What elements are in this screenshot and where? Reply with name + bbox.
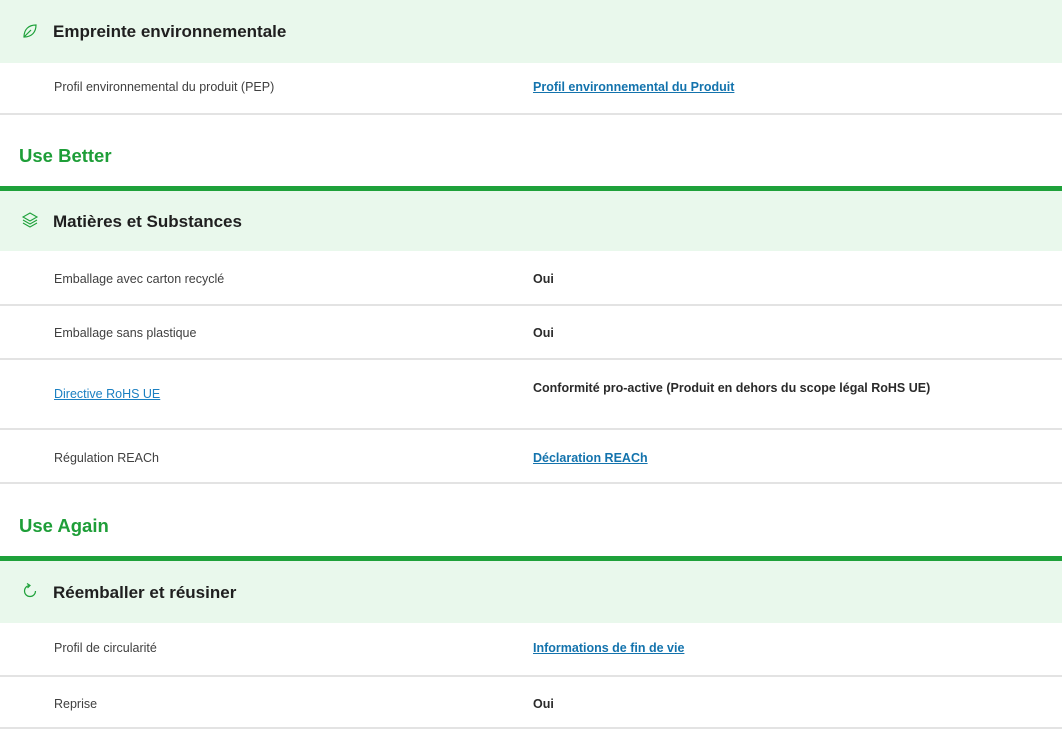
row-label-carton-recycle: Emballage avec carton recyclé bbox=[54, 272, 225, 286]
row-value-sans-plastique: Oui bbox=[533, 326, 554, 340]
reach-declaration-link[interactable]: Déclaration REACh bbox=[533, 451, 973, 465]
table-row: Emballage avec carton recyclé Oui bbox=[0, 251, 1062, 306]
row-label-sans-plastique: Emballage sans plastique bbox=[54, 326, 197, 340]
table-row: Directive RoHS UE Conformité pro-active … bbox=[0, 360, 1062, 430]
rohs-directive-link[interactable]: Directive RoHS UE bbox=[54, 387, 160, 401]
table-row: Emballage sans plastique Oui bbox=[0, 306, 1062, 360]
row-label-pep: Profil environnemental du produit (PEP) bbox=[54, 80, 275, 94]
section-title-reemballer: Réemballer et réusiner bbox=[53, 583, 237, 602]
row-label-reprise: Reprise bbox=[54, 697, 98, 711]
layers-icon bbox=[21, 211, 39, 229]
row-value-carton-recycle: Oui bbox=[533, 272, 554, 286]
section-header-empreinte: Empreinte environnementale bbox=[0, 0, 1062, 63]
group-title-use-again: Use Again bbox=[19, 515, 109, 536]
row-label-reach: Régulation REACh bbox=[54, 451, 159, 465]
section-header-reemballer: Réemballer et réusiner bbox=[0, 561, 1062, 623]
table-row: Profil environnemental du produit (PEP) … bbox=[0, 63, 1062, 115]
table-row: Profil de circularité Informations de fi… bbox=[0, 623, 1062, 677]
refresh-icon bbox=[21, 582, 39, 600]
section-title-matieres: Matières et Substances bbox=[53, 212, 242, 231]
row-value-reprise: Oui bbox=[533, 697, 554, 711]
leaf-icon bbox=[21, 22, 39, 40]
table-row: Reprise Oui bbox=[0, 677, 1062, 729]
row-value-rohs: Conformité pro-active (Produit en dehors… bbox=[533, 381, 931, 395]
table-row: Régulation REACh Déclaration REACh bbox=[0, 430, 1062, 484]
fin-de-vie-link[interactable]: Informations de fin de vie bbox=[533, 641, 973, 655]
section-title-empreinte: Empreinte environnementale bbox=[53, 22, 287, 41]
row-label-circularite: Profil de circularité bbox=[54, 641, 157, 655]
section-header-matieres: Matières et Substances bbox=[0, 191, 1062, 251]
pep-link[interactable]: Profil environnemental du Produit bbox=[533, 80, 973, 94]
group-title-use-better: Use Better bbox=[19, 145, 112, 166]
